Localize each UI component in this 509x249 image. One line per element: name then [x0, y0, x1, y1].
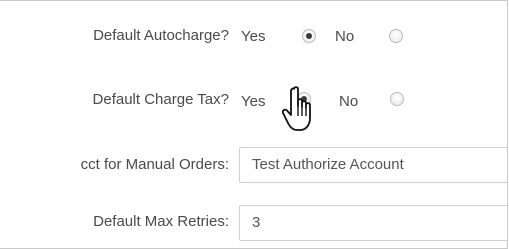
autocharge-yes-label[interactable]: Yes — [241, 28, 265, 45]
settings-form: Default Autocharge? Yes No Default Charg… — [0, 0, 508, 249]
autocharge-label: Default Autocharge? — [93, 27, 229, 44]
charge-tax-no-label[interactable]: No — [339, 93, 358, 110]
manual-orders-account-select[interactable]: Test Authorize Account — [239, 147, 507, 183]
max-retries-label: Default Max Retries: — [93, 213, 229, 230]
autocharge-no-label[interactable]: No — [335, 28, 354, 45]
autocharge-yes-radio[interactable] — [302, 29, 316, 43]
charge-tax-no-radio[interactable] — [390, 92, 404, 106]
hand-pointer-icon — [282, 86, 311, 131]
max-retries-input[interactable]: 3 — [239, 205, 507, 241]
charge-tax-label: Default Charge Tax? — [92, 91, 229, 108]
manual-orders-label: cct for Manual Orders: — [80, 156, 229, 173]
autocharge-no-radio[interactable] — [389, 29, 403, 43]
charge-tax-yes-label[interactable]: Yes — [241, 93, 265, 110]
